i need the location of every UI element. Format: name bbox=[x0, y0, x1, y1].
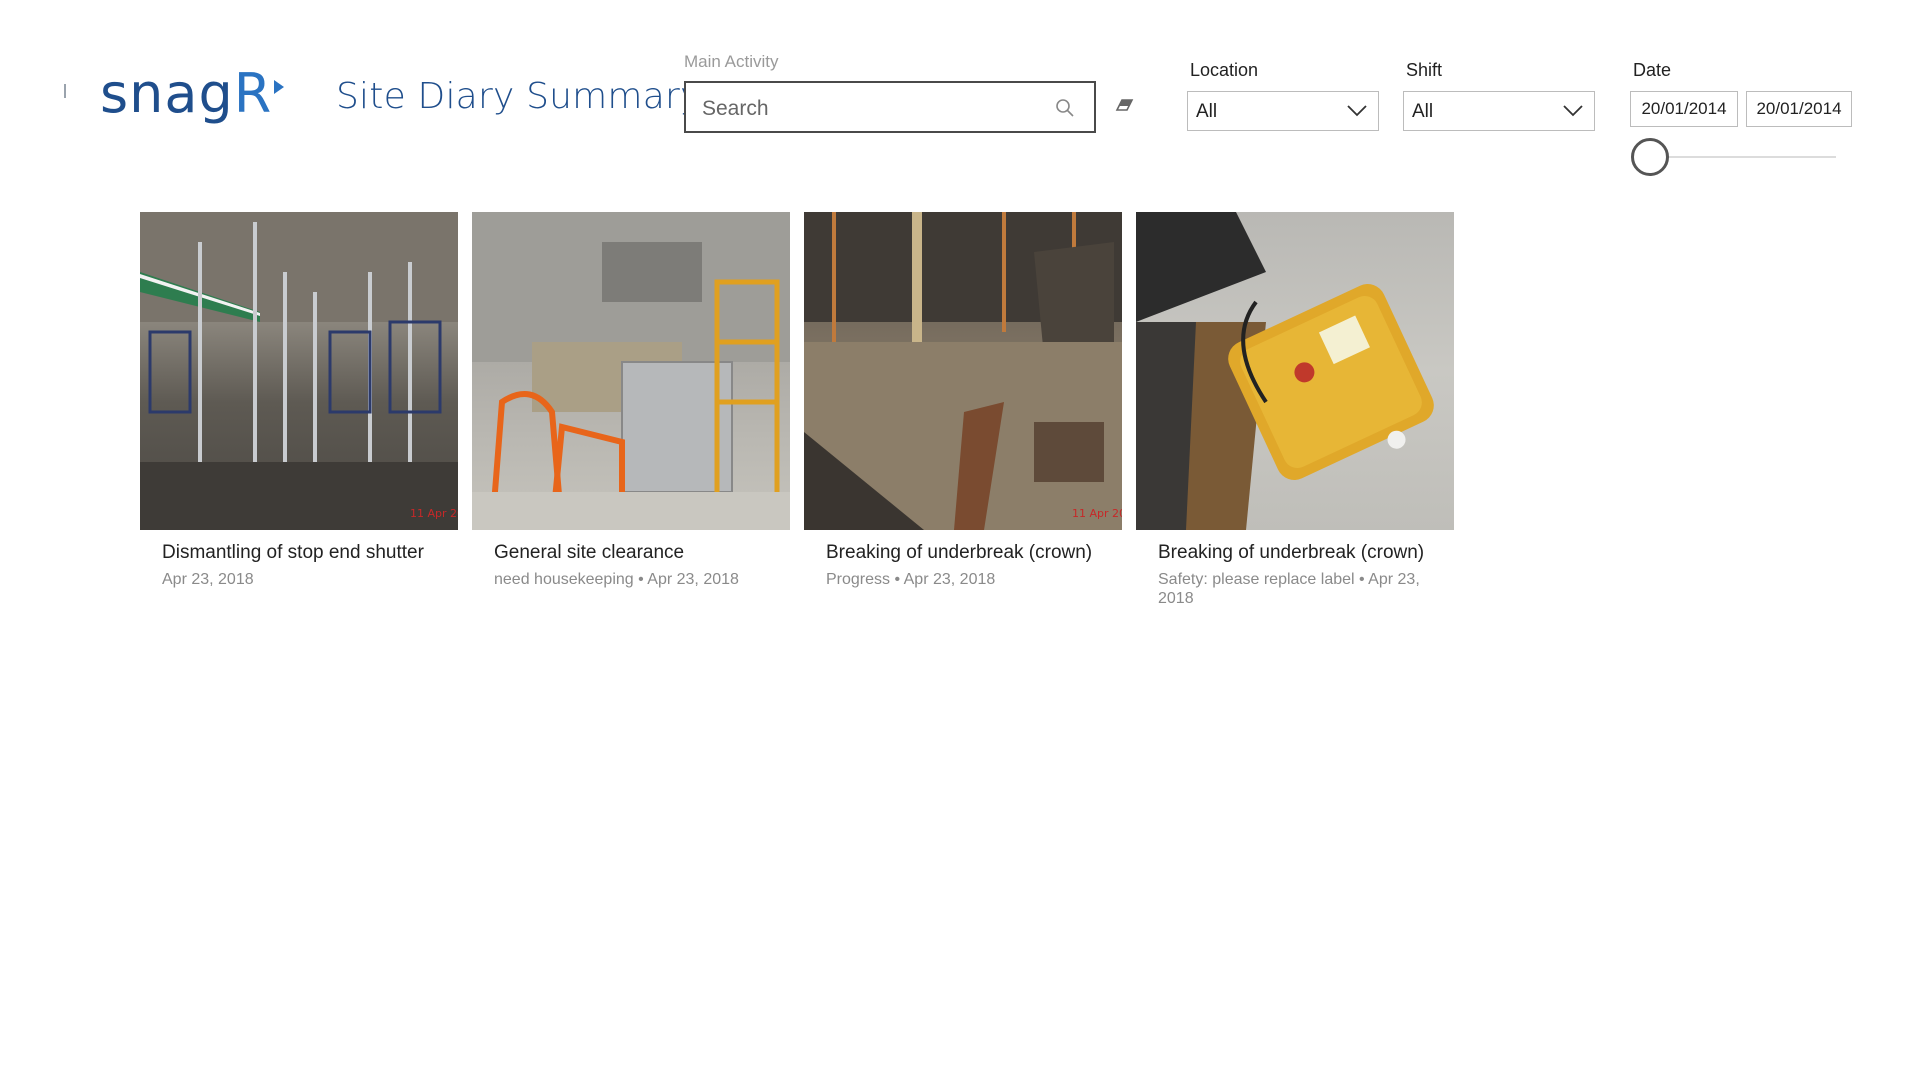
date-label: Date bbox=[1633, 60, 1672, 80]
card-meta: need housekeeping • Apr 23, 2018 bbox=[494, 571, 739, 588]
logo-divider bbox=[64, 84, 66, 98]
card-title: Breaking of underbreak (crown) bbox=[826, 542, 1093, 563]
date-slider-track[interactable] bbox=[1652, 156, 1836, 158]
diary-photo[interactable]: 11 Apr 20 bbox=[140, 212, 458, 530]
card-title: General site clearance bbox=[494, 542, 685, 563]
diary-photo[interactable]: 11 Apr 20 bbox=[804, 212, 1122, 530]
diary-card[interactable]: General site clearance need housekeeping… bbox=[472, 212, 790, 589]
photo-content bbox=[1136, 212, 1434, 530]
location-value: All bbox=[1196, 101, 1218, 122]
card-meta: Safety: please replace label • Apr 23, 2… bbox=[1158, 571, 1420, 607]
date-from-input[interactable]: 20/01/2014 bbox=[1630, 91, 1738, 127]
search-icon[interactable] bbox=[1054, 97, 1076, 119]
photo-watermark: 11 Apr 20 bbox=[1072, 507, 1122, 520]
location-dropdown[interactable]: All bbox=[1187, 91, 1379, 131]
location-label: Location bbox=[1190, 60, 1259, 80]
shift-dropdown[interactable]: All bbox=[1403, 91, 1595, 131]
photo-content bbox=[472, 212, 790, 530]
diary-card[interactable]: 11 Apr 20 Breaking of underbreak (crown)… bbox=[804, 212, 1122, 589]
chevron-down-icon bbox=[1563, 105, 1583, 117]
diary-photo[interactable] bbox=[472, 212, 790, 530]
snagr-logo: snagR bbox=[100, 62, 285, 126]
diary-card[interactable]: Breaking of underbreak (crown) Safety: p… bbox=[1136, 212, 1454, 608]
photo-content: 11 Apr 20 bbox=[804, 212, 1122, 530]
page-title: Site Diary Summary bbox=[336, 76, 702, 117]
shift-value: All bbox=[1412, 101, 1434, 122]
diary-photo[interactable] bbox=[1136, 212, 1454, 530]
card-title: Breaking of underbreak (crown) bbox=[1158, 542, 1425, 563]
card-title: Dismantling of stop end shutter bbox=[162, 542, 424, 563]
search-input[interactable] bbox=[700, 93, 1044, 125]
shift-label: Shift bbox=[1406, 60, 1443, 80]
date-to-input[interactable]: 20/01/2014 bbox=[1746, 91, 1852, 127]
chevron-down-icon bbox=[1347, 105, 1367, 117]
main-activity-label: Main Activity bbox=[684, 52, 779, 71]
photo-watermark: 11 Apr 20 bbox=[410, 507, 458, 520]
search-box bbox=[684, 81, 1096, 133]
date-slider-thumb[interactable] bbox=[1631, 138, 1669, 176]
photo-content: 11 Apr 20 bbox=[140, 212, 458, 530]
card-meta: Progress • Apr 23, 2018 bbox=[826, 571, 996, 588]
eraser-icon[interactable] bbox=[1114, 96, 1138, 116]
diary-card[interactable]: 11 Apr 20 Dismantling of stop end shutte… bbox=[140, 212, 458, 589]
card-meta: Apr 23, 2018 bbox=[162, 571, 254, 588]
